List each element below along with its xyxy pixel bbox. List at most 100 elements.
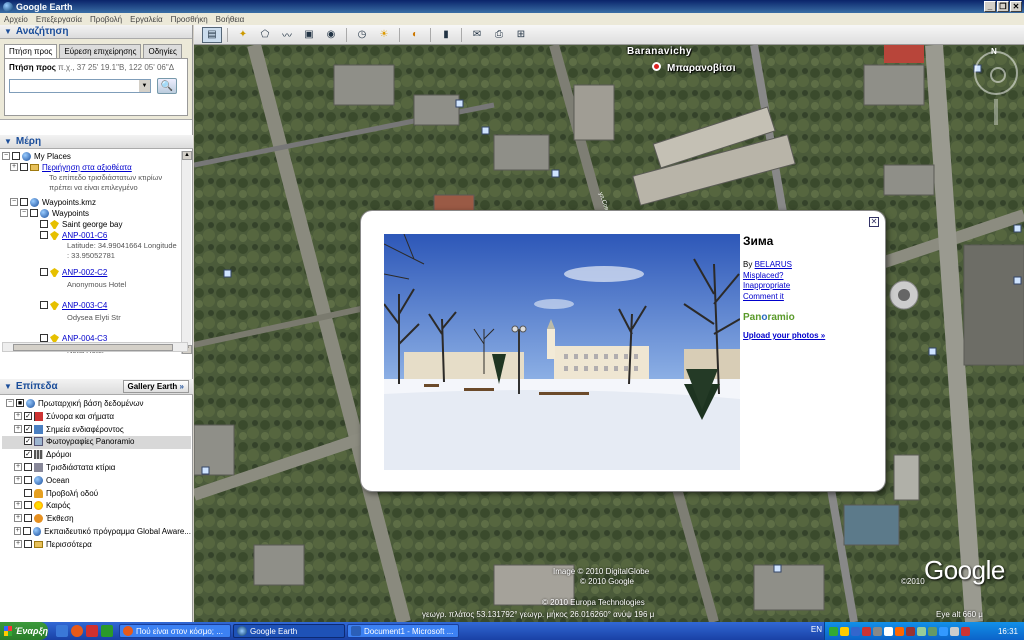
tour-button[interactable]: ◉ <box>321 27 341 43</box>
author-link[interactable]: BELARUS <box>755 260 792 269</box>
clock[interactable]: 16:31 <box>998 627 1018 636</box>
tree-link[interactable]: Περιήγηση στα αξιοθέατα <box>42 162 132 173</box>
layer-checkbox[interactable] <box>24 514 32 523</box>
taskbar-item-google-earth[interactable]: Google Earth <box>233 624 345 638</box>
tree-row[interactable]: − Waypoints <box>2 208 193 219</box>
language-indicator[interactable]: EN <box>811 625 822 634</box>
layer-checkbox[interactable] <box>23 526 31 535</box>
layer-checkbox[interactable]: ✓ <box>24 450 32 459</box>
menu-file[interactable]: Αρχείο <box>4 15 28 24</box>
tray-icon[interactable] <box>928 626 937 636</box>
minimize-button[interactable]: _ <box>984 1 996 12</box>
close-icon[interactable]: ✕ <box>869 217 879 227</box>
upload-photos-link[interactable]: Upload your photos » <box>743 331 873 340</box>
tree-row[interactable]: + Περιήγηση στα αξιοθέατα <box>2 162 193 173</box>
city-marker[interactable] <box>652 62 661 71</box>
historical-imagery-button[interactable]: ◷ <box>352 27 372 43</box>
layer-row[interactable]: + Εκπαιδευτικό πρόγραμμα Global Aware... <box>2 526 191 539</box>
layer-row[interactable]: − ■ Πρωταρχική βάση δεδομένων <box>2 398 191 411</box>
start-button[interactable]: Έναρξη <box>0 622 48 640</box>
tray-icon[interactable] <box>862 626 871 636</box>
collapse-icon[interactable]: − <box>2 152 10 160</box>
planet-button[interactable]: ◐ <box>405 27 425 43</box>
layer-row[interactable]: + Καιρός <box>2 500 191 513</box>
scroll-up-icon[interactable]: ▲ <box>182 151 192 160</box>
look-joystick-icon[interactable] <box>974 51 1018 95</box>
tray-icon[interactable] <box>873 626 882 636</box>
layer-checkbox[interactable]: ✓ <box>24 424 32 433</box>
places-scrollbar[interactable]: ▲ ▼ <box>181 151 192 354</box>
layer-checkbox[interactable] <box>24 488 32 497</box>
tray-icon[interactable] <box>840 626 849 636</box>
expand-icon[interactable]: + <box>10 163 18 171</box>
layer-row[interactable]: + ✓ Σημεία ενδιαφέροντος <box>2 424 191 437</box>
checkbox[interactable] <box>20 163 28 171</box>
app-icon[interactable] <box>86 625 98 637</box>
layer-row[interactable]: + Τρισδιάστατα κτίρια <box>2 462 191 475</box>
sunlight-button[interactable]: ☀ <box>374 27 394 43</box>
layer-checkbox[interactable] <box>24 501 32 510</box>
tree-row[interactable]: ANP-001-C6 <box>2 230 193 241</box>
ruler-button[interactable]: ▮ <box>436 27 456 43</box>
menu-add[interactable]: Προσθήκη <box>171 15 208 24</box>
checkbox[interactable] <box>40 334 48 342</box>
layer-checkbox[interactable] <box>24 539 32 548</box>
menu-tools[interactable]: Εργαλεία <box>130 15 162 24</box>
checkbox[interactable] <box>30 209 38 217</box>
expand-icon[interactable]: + <box>14 514 22 523</box>
tree-link[interactable]: ANP-003-C4 <box>62 300 107 311</box>
tree-row[interactable]: Saint george bay <box>2 219 193 230</box>
dropdown-arrow-icon[interactable]: ▼ <box>139 80 150 92</box>
expand-icon[interactable]: + <box>14 462 22 471</box>
tree-row[interactable]: − My Places <box>2 151 193 162</box>
scroll-thumb[interactable] <box>13 344 173 351</box>
menu-help[interactable]: Βοήθεια <box>216 15 245 24</box>
tray-icon[interactable] <box>829 626 838 636</box>
layer-checkbox[interactable] <box>24 475 32 484</box>
maps-button[interactable]: ⊞ <box>511 27 531 43</box>
checkbox[interactable] <box>20 198 28 206</box>
tree-link[interactable]: ANP-002-C2 <box>62 267 107 278</box>
path-button[interactable]: 〰 <box>277 27 297 43</box>
navigation-controls[interactable]: N <box>969 47 1023 127</box>
collapse-triangle-icon[interactable]: ▼ <box>4 382 12 391</box>
taskbar-item-word[interactable]: Document1 - Microsoft ... <box>347 624 459 638</box>
layer-checkbox[interactable]: ✓ <box>24 437 32 446</box>
tab-directions[interactable]: Οδηγίες <box>143 44 182 58</box>
expand-icon[interactable]: + <box>14 501 22 510</box>
layer-row[interactable]: + Περισσότερα <box>2 539 191 552</box>
tree-row[interactable]: − Waypoints.kmz <box>2 197 193 208</box>
collapse-icon[interactable]: − <box>6 399 14 407</box>
polygon-button[interactable]: ⬠ <box>255 27 275 43</box>
gallery-earth-button[interactable]: Gallery Earth » <box>122 380 189 393</box>
print-button[interactable]: ⎙ <box>489 27 509 43</box>
layer-checkbox[interactable]: ✓ <box>24 411 32 420</box>
inappropriate-link[interactable]: Inappropriate <box>743 281 790 290</box>
expand-icon[interactable]: + <box>14 424 22 433</box>
comment-link[interactable]: Comment it <box>743 292 784 301</box>
collapse-icon[interactable]: − <box>20 209 28 217</box>
show-desktop-icon[interactable] <box>56 625 68 637</box>
expand-icon[interactable]: + <box>14 526 22 535</box>
layer-row[interactable]: ✓ Φωτογραφίες Panoramio <box>2 436 191 450</box>
places-header[interactable]: ▼ Μέρη <box>0 135 193 149</box>
tray-icon[interactable] <box>950 626 959 636</box>
tray-icon[interactable] <box>851 626 860 636</box>
panoramio-logo[interactable]: Panoramio <box>743 312 873 323</box>
email-button[interactable]: ✉ <box>467 27 487 43</box>
layer-checkbox[interactable]: ■ <box>16 399 24 407</box>
sidebar-toggle-button[interactable]: ▤ <box>202 26 222 43</box>
search-header[interactable]: ▼ Αναζήτηση <box>0 25 192 39</box>
checkbox[interactable] <box>40 301 48 309</box>
layer-row[interactable]: + ✓ Σύνορα και σήματα <box>2 411 191 424</box>
expand-icon[interactable]: + <box>14 475 22 484</box>
tree-link[interactable]: ANP-001-C6 <box>62 230 107 241</box>
layer-row[interactable]: + Ocean <box>2 475 191 488</box>
panoramio-photo[interactable] <box>384 234 740 470</box>
places-hscrollbar[interactable] <box>2 342 188 352</box>
tab-fly-to[interactable]: Πτήση προς <box>4 44 58 58</box>
restore-button[interactable]: ❐ <box>997 1 1009 12</box>
image-overlay-button[interactable]: ▣ <box>299 27 319 43</box>
layer-checkbox[interactable] <box>24 462 32 471</box>
zoom-slider[interactable] <box>994 99 998 125</box>
